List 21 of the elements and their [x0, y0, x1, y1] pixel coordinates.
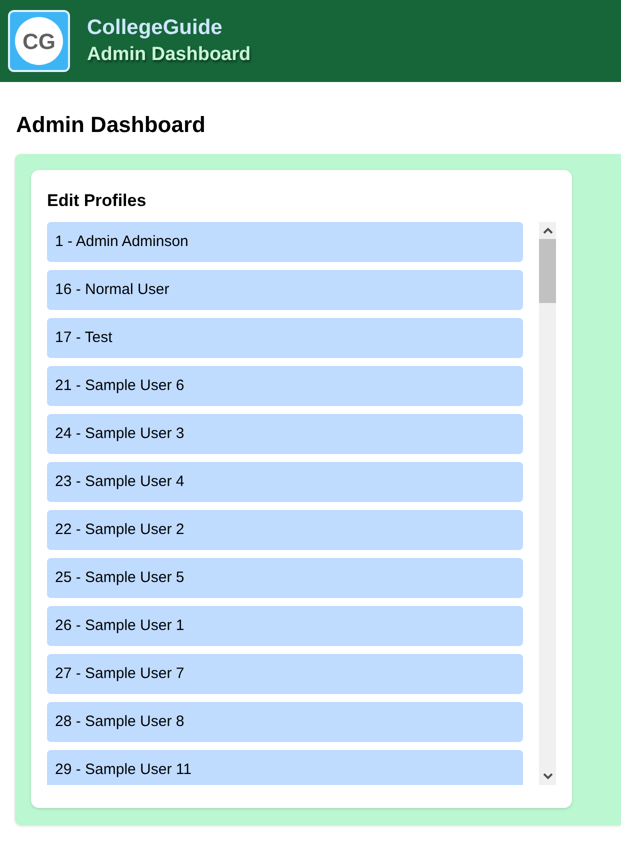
card-title: Edit Profiles	[47, 190, 146, 212]
profile-item[interactable]: 22 - Sample User 2	[47, 510, 523, 550]
profile-item[interactable]: 17 - Test	[47, 318, 523, 358]
app-title: CollegeGuide	[87, 15, 224, 41]
page-title: Admin Dashboard	[16, 111, 206, 139]
profile-item[interactable]: 25 - Sample User 5	[47, 558, 523, 598]
profile-item[interactable]: 28 - Sample User 8	[47, 702, 523, 742]
profile-item[interactable]: 16 - Normal User	[47, 270, 523, 310]
scroll-up-icon[interactable]	[542, 227, 552, 235]
scrollbar-thumb[interactable]	[539, 239, 556, 303]
profile-item[interactable]: 1 - Admin Adminson	[47, 222, 523, 262]
app-subtitle: Admin Dashboard	[87, 43, 251, 67]
profile-item[interactable]: 23 - Sample User 4	[47, 462, 523, 502]
profile-item[interactable]: 27 - Sample User 7	[47, 654, 523, 694]
scroll-down-icon[interactable]	[542, 772, 552, 780]
profile-item[interactable]: 21 - Sample User 6	[47, 366, 523, 406]
scrollbar[interactable]	[539, 222, 556, 785]
profile-item[interactable]: 24 - Sample User 3	[47, 414, 523, 454]
logo-text: CG	[15, 17, 63, 65]
profile-item[interactable]: 29 - Sample User 11	[47, 750, 523, 785]
profile-item[interactable]: 26 - Sample User 1	[47, 606, 523, 646]
